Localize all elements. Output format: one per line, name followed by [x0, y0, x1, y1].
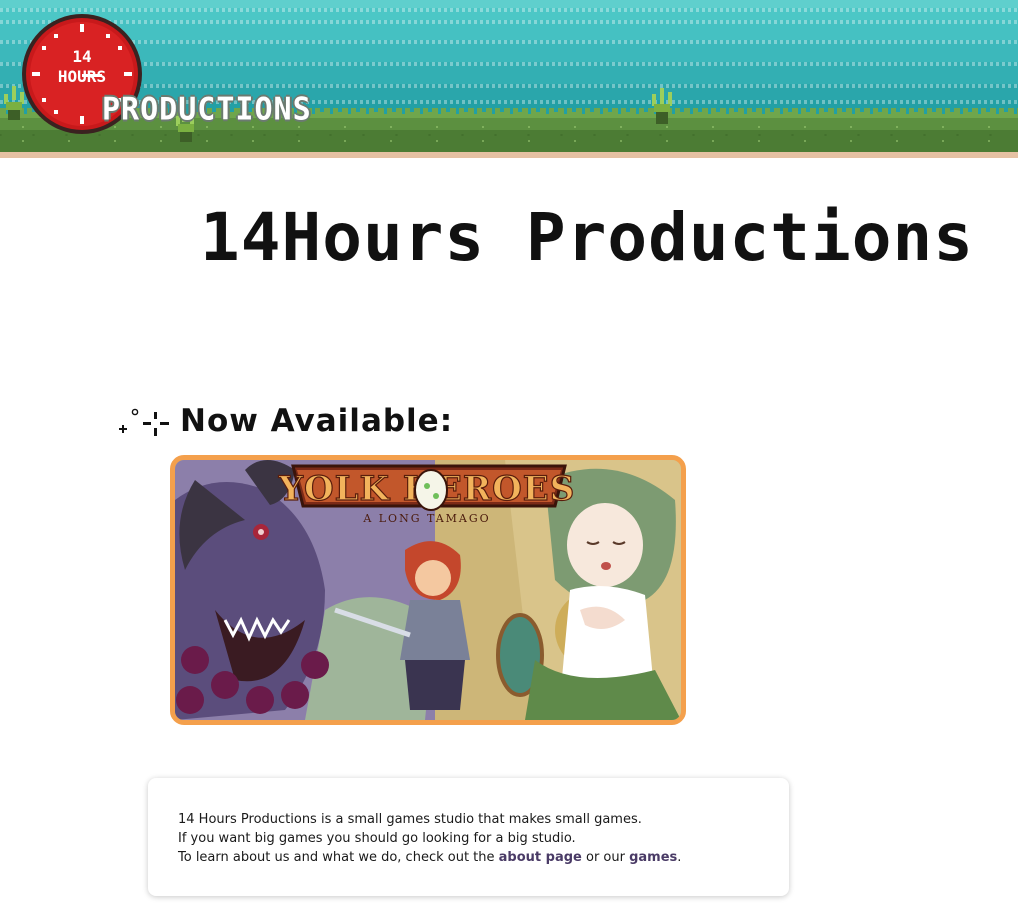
intro-line-3-suffix: .: [677, 850, 682, 865]
intro-line-2: If you want big games you should go look…: [178, 831, 576, 846]
plant-icon: [652, 88, 672, 124]
game-key-art-image: YOLK HEROES A LONG TAMAGO: [175, 460, 681, 720]
intro-line-3-prefix: To learn about us and what we do, check …: [178, 850, 499, 865]
intro-line-3: To learn about us and what we do, check …: [178, 848, 759, 867]
page-title: 14Hours Productions: [200, 199, 974, 276]
featured-heading: Now Available:: [180, 403, 454, 439]
game-logo-subtitle: A LONG TAMAGO: [362, 512, 490, 525]
games-link[interactable]: games: [629, 850, 677, 865]
sky-dither: [0, 40, 1018, 44]
intro-line-3-middle: or our: [581, 850, 630, 865]
sky-dither: [0, 20, 1018, 24]
logo-line2: HOURS: [58, 67, 106, 86]
about-page-link[interactable]: about page: [499, 850, 582, 865]
logo-line1: 14: [72, 47, 91, 66]
site-banner: 14 HOURS PRODUCTIONS: [0, 0, 1018, 158]
sky-dither: [0, 84, 1018, 88]
intro-line-1: 14 Hours Productions is a small games st…: [178, 812, 642, 827]
sky-dither: [0, 62, 1018, 66]
intro-box: 14 Hours Productions is a small games st…: [148, 778, 789, 896]
sparkle-icon: [119, 408, 169, 436]
featured-game-card[interactable]: YOLK HEROES A LONG TAMAGO: [170, 455, 686, 725]
logo-wordmark[interactable]: PRODUCTIONS: [102, 91, 312, 129]
sand-strip: [0, 152, 1018, 158]
sky-dither: [0, 8, 1018, 12]
